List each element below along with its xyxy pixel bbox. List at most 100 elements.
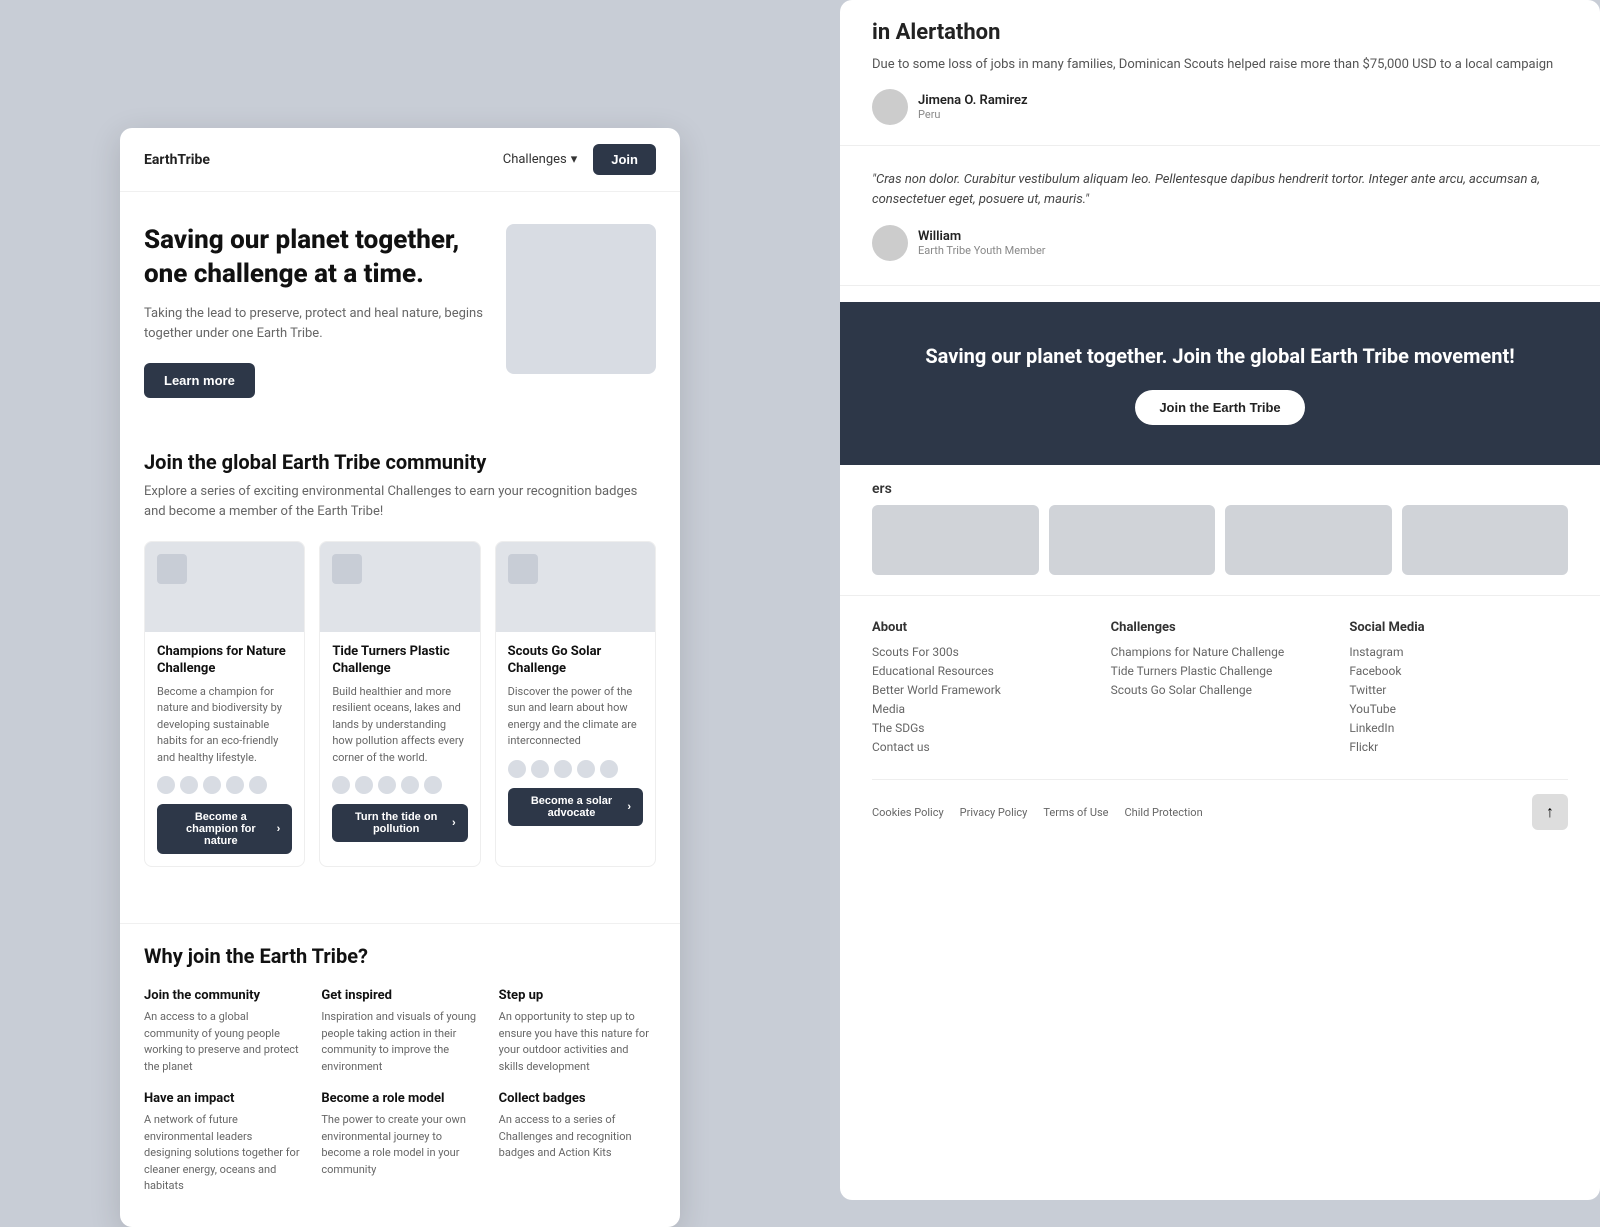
why-heading-3: Step up xyxy=(499,988,656,1003)
footer-social-twitter[interactable]: Twitter xyxy=(1349,683,1568,697)
why-title: Why join the Earth Tribe? xyxy=(144,944,656,968)
challenge-cta-label-3: Become a solar advocate xyxy=(520,795,624,819)
challenge-badge-3 xyxy=(508,554,538,584)
footer-about-title: About xyxy=(872,620,1091,635)
challenge-cta-1[interactable]: Become a champion for nature › xyxy=(157,804,292,854)
challenge-card-body-1: Champions for Nature Challenge Become a … xyxy=(145,632,304,866)
badge-dots-1 xyxy=(157,776,292,794)
footer-social-instagram[interactable]: Instagram xyxy=(1349,645,1568,659)
footer-social-facebook[interactable]: Facebook xyxy=(1349,664,1568,678)
challenge-card-tide: Tide Turners Plastic Challenge Build hea… xyxy=(319,541,480,867)
arrow-right-icon: › xyxy=(452,817,456,829)
footer-about-framework[interactable]: Better World Framework xyxy=(872,683,1091,697)
badge-dots-2 xyxy=(332,776,467,794)
challenge-cta-label-2: Turn the tide on pollution xyxy=(344,811,448,835)
footer-social-flickr[interactable]: Flickr xyxy=(1349,740,1568,754)
challenge-card-body-3: Scouts Go Solar Challenge Discover the p… xyxy=(496,632,655,838)
scroll-to-top-button[interactable]: ↑ xyxy=(1532,794,1568,830)
dot xyxy=(378,776,396,794)
dot xyxy=(424,776,442,794)
dot xyxy=(508,760,526,778)
challenges-nav-item[interactable]: Challenges ▾ xyxy=(503,152,578,167)
challenge-card-image-2 xyxy=(320,542,479,632)
footer-child[interactable]: Child Protection xyxy=(1125,806,1203,819)
footer-social-title: Social Media xyxy=(1349,620,1568,635)
why-item-badges: Collect badges An access to a series of … xyxy=(499,1091,656,1195)
why-item-rolemodel: Become a role model The power to create … xyxy=(321,1091,478,1195)
hero-section: Saving our planet together, one challeng… xyxy=(120,192,680,422)
hero-headline: Saving our planet together, one challeng… xyxy=(144,224,486,292)
avatar xyxy=(872,89,908,125)
footer-about-sdgs[interactable]: The SDGs xyxy=(872,721,1091,735)
footer-privacy[interactable]: Privacy Policy xyxy=(960,806,1028,819)
challenge-card-body-2: Tide Turners Plastic Challenge Build hea… xyxy=(320,632,479,854)
dot xyxy=(554,760,572,778)
challenge-cta-3[interactable]: Become a solar advocate › xyxy=(508,788,643,826)
challenge-title-3: Scouts Go Solar Challenge xyxy=(508,644,643,678)
chevron-up-icon: ↑ xyxy=(1546,802,1554,822)
challenge-badge-1 xyxy=(157,554,187,584)
footer-challenges: Challenges Champions for Nature Challeng… xyxy=(1111,620,1330,759)
alertathon-reviewer: Jimena O. Ramirez Peru xyxy=(872,89,1568,125)
footer-columns: About Scouts For 300s Educational Resour… xyxy=(872,620,1568,759)
dot xyxy=(203,776,221,794)
dot xyxy=(531,760,549,778)
testimonials-label: ers xyxy=(840,465,1600,505)
footer-cookies[interactable]: Cookies Policy xyxy=(872,806,944,819)
main-card: EarthTribe Challenges ▾ Join Saving our … xyxy=(120,128,680,1227)
community-title: Join the global Earth Tribe community xyxy=(144,450,656,474)
alertathon-title: in Alertathon xyxy=(872,20,1568,45)
footer-about-scouts[interactable]: Scouts For 300s xyxy=(872,645,1091,659)
footer-bottom: Cookies Policy Privacy Policy Terms of U… xyxy=(872,779,1568,830)
hero-description: Taking the lead to preserve, protect and… xyxy=(144,304,486,346)
challenge-desc-1: Become a champion for nature and biodive… xyxy=(157,684,292,767)
footer-about-educational[interactable]: Educational Resources xyxy=(872,664,1091,678)
quote-reviewer-name: William xyxy=(918,229,1046,244)
nav-right: Challenges ▾ Join xyxy=(503,144,656,175)
hero-text: Saving our planet together, one challeng… xyxy=(144,224,486,398)
why-grid: Join the community An access to a global… xyxy=(144,988,656,1195)
quote-section: "Cras non dolor. Curabitur vestibulum al… xyxy=(840,146,1600,287)
dot xyxy=(226,776,244,794)
footer-about-contact[interactable]: Contact us xyxy=(872,740,1091,754)
quote-reviewer: William Earth Tribe Youth Member xyxy=(872,225,1568,261)
footer-terms[interactable]: Terms of Use xyxy=(1043,806,1108,819)
dot xyxy=(600,760,618,778)
challenge-card-solar: Scouts Go Solar Challenge Discover the p… xyxy=(495,541,656,867)
why-text-1: An access to a global community of young… xyxy=(144,1009,301,1075)
join-button[interactable]: Join xyxy=(593,144,656,175)
why-text-2: Inspiration and visuals of young people … xyxy=(321,1009,478,1075)
footer-challenges-title: Challenges xyxy=(1111,620,1330,635)
footer-social-linkedin[interactable]: LinkedIn xyxy=(1349,721,1568,735)
footer-about: About Scouts For 300s Educational Resour… xyxy=(872,620,1091,759)
dot xyxy=(332,776,350,794)
testimonial-thumb-3 xyxy=(1225,505,1392,575)
hero-image xyxy=(506,224,656,374)
footer-challenges-champions[interactable]: Champions for Nature Challenge xyxy=(1111,645,1330,659)
right-panel: in Alertathon Due to some loss of jobs i… xyxy=(840,0,1600,1200)
footer-social-youtube[interactable]: YouTube xyxy=(1349,702,1568,716)
why-item-community: Join the community An access to a global… xyxy=(144,988,301,1075)
why-heading-4: Have an impact xyxy=(144,1091,301,1106)
challenge-cta-label-1: Become a champion for nature xyxy=(169,811,273,847)
reviewer-name: Jimena O. Ramirez xyxy=(918,93,1028,108)
join-earth-tribe-button[interactable]: Join the Earth Tribe xyxy=(1135,390,1304,425)
dot xyxy=(249,776,267,794)
challenge-cta-2[interactable]: Turn the tide on pollution › xyxy=(332,804,467,842)
footer-about-media[interactable]: Media xyxy=(872,702,1091,716)
footer-challenges-tide[interactable]: Tide Turners Plastic Challenge xyxy=(1111,664,1330,678)
why-heading-6: Collect badges xyxy=(499,1091,656,1106)
challenge-card-image-1 xyxy=(145,542,304,632)
why-heading-2: Get inspired xyxy=(321,988,478,1003)
alertathon-text: Due to some loss of jobs in many familie… xyxy=(872,55,1568,75)
why-text-3: An opportunity to step up to ensure you … xyxy=(499,1009,656,1075)
footer-challenges-solar[interactable]: Scouts Go Solar Challenge xyxy=(1111,683,1330,697)
challenges-label: Challenges xyxy=(503,152,567,167)
testimonial-thumb-2 xyxy=(1049,505,1216,575)
community-section: Join the global Earth Tribe community Ex… xyxy=(120,422,680,923)
avatar xyxy=(872,225,908,261)
learn-more-button[interactable]: Learn more xyxy=(144,363,255,398)
chevron-down-icon: ▾ xyxy=(571,152,578,167)
dark-cta-title: Saving our planet together. Join the glo… xyxy=(872,342,1568,370)
dot xyxy=(577,760,595,778)
